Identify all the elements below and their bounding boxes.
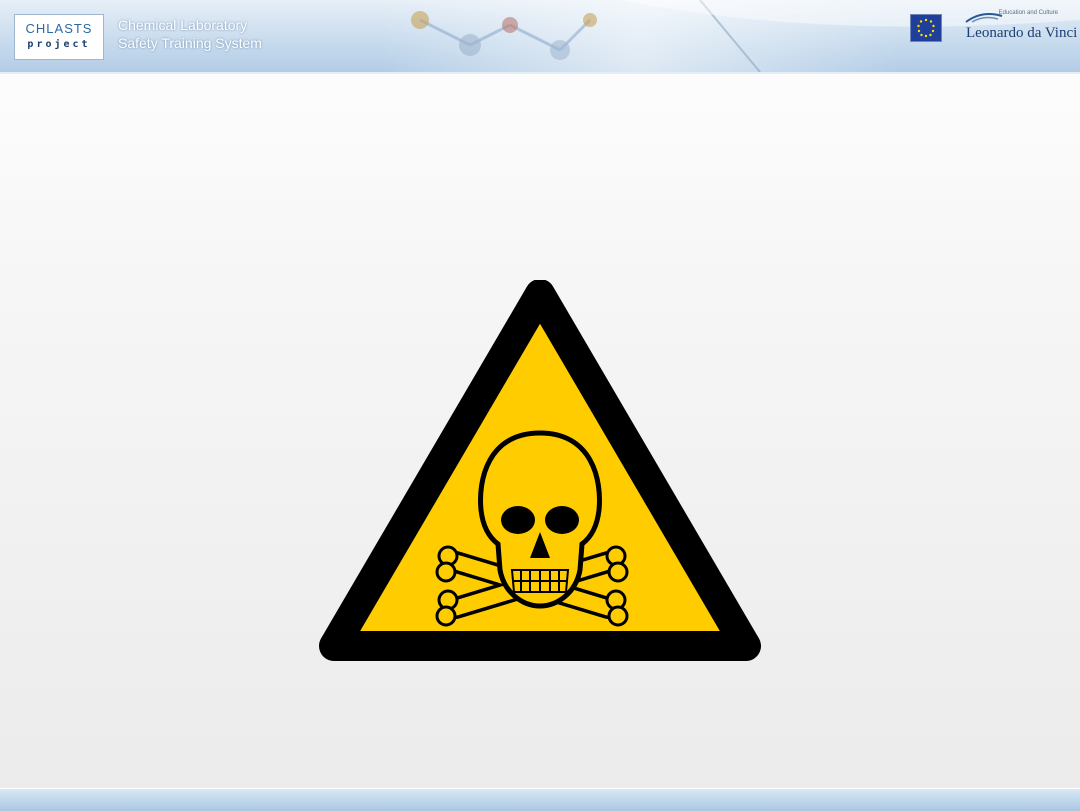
toxic-skull-crossbones-warning-icon (319, 280, 761, 661)
system-title-line1: Chemical Laboratory (118, 17, 248, 33)
project-logo-subtitle: project (27, 39, 91, 50)
footer-bar (0, 788, 1080, 811)
project-logo-name: CHLASTS (25, 21, 93, 36)
system-title-line2: Safety Training System (118, 35, 262, 51)
system-title: Chemical Laboratory Safety Training Syst… (118, 16, 262, 52)
header-banner: CHLASTS project Chemical Laboratory Safe… (0, 0, 1080, 74)
ldv-subtitle: Education and Culture (998, 10, 1058, 16)
eu-flag-icon (910, 14, 942, 42)
ldv-name: Leonardo da Vinci (966, 25, 1078, 41)
leonardo-da-vinci-logo[interactable]: Education and Culture Leonardo da Vinci (958, 10, 1077, 46)
chlasts-project-logo[interactable]: CHLASTS project (14, 14, 104, 60)
